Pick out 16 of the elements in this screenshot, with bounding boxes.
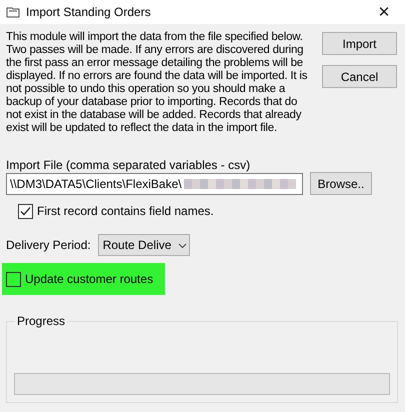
check-icon bbox=[19, 204, 32, 218]
import-button[interactable]: Import bbox=[322, 32, 397, 55]
browse-button[interactable]: Browse.. bbox=[310, 172, 372, 195]
description-text: This module will import the data from the file specified below. Two passes will be made. If any errors are discovered during the first pass an error message detailing the problems will be displayed. If no errors are found the data will be imported. It is not possible to undo this operation so you should make a backup of your database prior to importing. Records that do not exist in the database will be added. Records that already exist will be updated to reflect the data in the import file. bbox=[6, 31, 308, 135]
cancel-button[interactable]: Cancel bbox=[322, 65, 397, 88]
group-title: Progress bbox=[15, 314, 68, 328]
update-routes-checkbox[interactable]: Update customer routes bbox=[2, 263, 166, 295]
window-title: Import Standing Orders bbox=[26, 5, 152, 19]
field-label: Import File (comma separated variables - csv) bbox=[6, 158, 252, 172]
close-button[interactable]: ✕ bbox=[369, 0, 399, 24]
file-path-field[interactable]: \\DM3\DATA5\Clients\FlexiBake\ bbox=[6, 172, 303, 194]
delivery-period-dropdown[interactable]: Route Delive bbox=[98, 234, 190, 256]
caret-icon bbox=[178, 243, 188, 249]
window-icon bbox=[6, 6, 20, 18]
first-record-checkbox[interactable]: First record contains field names. bbox=[18, 203, 214, 219]
field-label: Delivery Period: bbox=[6, 238, 91, 252]
